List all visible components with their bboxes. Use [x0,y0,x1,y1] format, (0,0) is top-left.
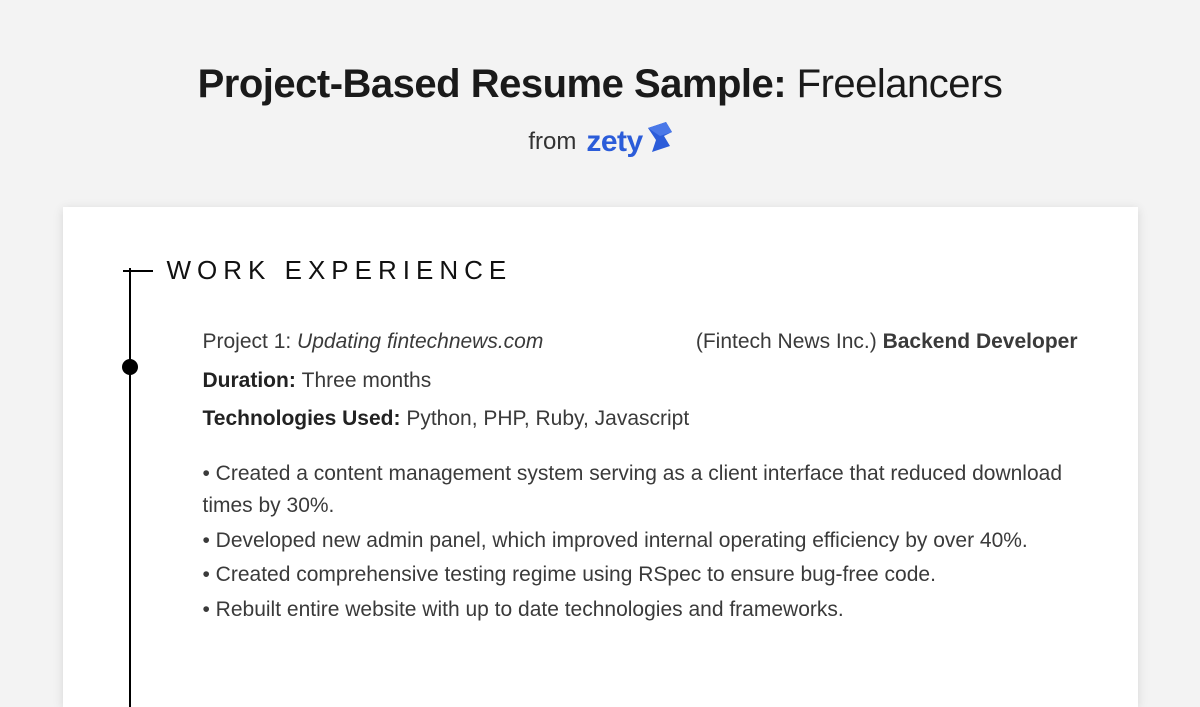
zety-text: zety [586,125,642,159]
title-bold: Project-Based Resume Sample: [198,62,786,106]
company-name: (Fintech News Inc.) [696,330,883,353]
timeline-vertical-line [129,268,131,707]
bullet-item: • Rebuilt entire website with up to date… [203,594,1078,627]
project-name: Updating fintechnews.com [297,330,543,353]
bullet-item: • Created a content management system se… [203,458,1078,523]
resume-card: WORK EXPERIENCE Project 1: Updating fint… [63,207,1138,707]
page-header: Project-Based Resume Sample: Freelancers… [0,0,1200,159]
timeline-dot-icon [122,359,138,375]
project-company-role: (Fintech News Inc.) Backend Developer [696,326,1078,359]
project-content: Project 1: Updating fintechnews.com (Fin… [203,326,1078,626]
zety-logo: zety [586,125,671,159]
duration-label: Duration: [203,369,302,392]
bullet-list: • Created a content management system se… [203,458,1078,627]
duration-value: Three months [302,369,432,392]
zety-arrow-icon [646,122,672,152]
bullet-item: • Created comprehensive testing regime u… [203,559,1078,592]
section-title: WORK EXPERIENCE [167,255,513,286]
project-heading: Project 1: Updating fintechnews.com [203,326,544,359]
bullet-item: • Developed new admin panel, which impro… [203,525,1078,558]
from-line: from zety [0,125,1200,159]
tech-row: Technologies Used: Python, PHP, Ruby, Ja… [203,403,1078,436]
duration-row: Duration: Three months [203,365,1078,398]
section-header-line [123,270,153,272]
page-title: Project-Based Resume Sample: Freelancers [0,62,1200,107]
project-label: Project 1: [203,330,298,353]
from-text: from [528,128,576,156]
tech-label: Technologies Used: [203,407,407,430]
title-rest: Freelancers [786,62,1002,106]
project-row-1: Project 1: Updating fintechnews.com (Fin… [203,326,1078,359]
section-header: WORK EXPERIENCE [123,255,1078,286]
tech-value: Python, PHP, Ruby, Javascript [406,407,689,430]
role-name: Backend Developer [883,330,1078,353]
